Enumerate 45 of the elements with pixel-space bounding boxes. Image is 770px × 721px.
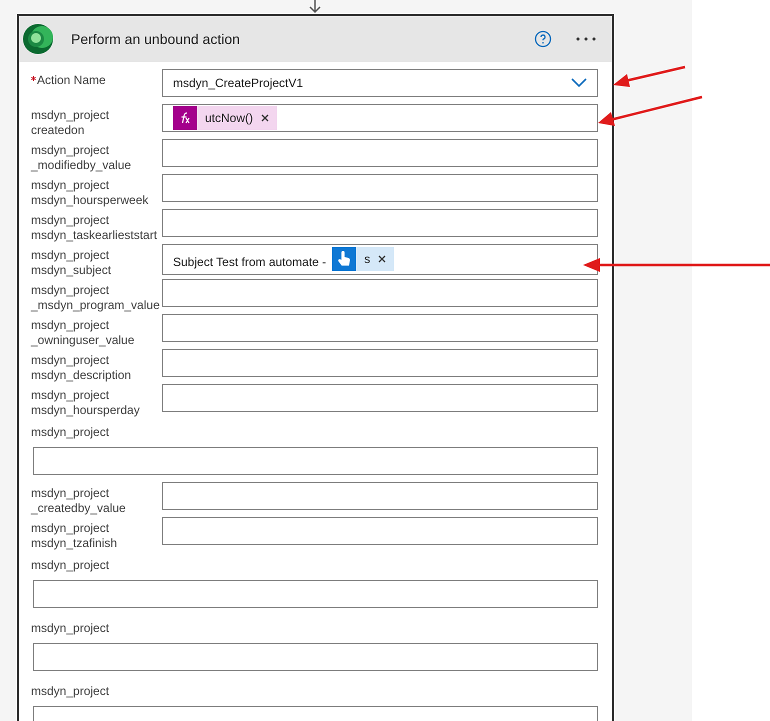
dropdown-field[interactable]: msdyn_CreateProjectV1 [162, 69, 598, 97]
field-label: msdyn_project _modifiedby_value [31, 143, 132, 173]
input-field[interactable] [162, 482, 598, 510]
token-chip[interactable]: s [332, 247, 394, 271]
token-label: s [363, 251, 372, 268]
field-label: msdyn_project msdyn_tzafinish [31, 521, 118, 551]
input-field[interactable] [162, 279, 598, 307]
card-title: Perform an unbound action [71, 30, 240, 48]
field-label: msdyn_project [31, 684, 110, 699]
input-field[interactable] [162, 139, 598, 167]
input-field[interactable]: utcNow() [162, 104, 598, 132]
field-label: msdyn_project msdyn_subject [31, 248, 112, 278]
connector-arrow [308, 0, 322, 14]
input-field[interactable] [33, 643, 598, 671]
function-icon [173, 106, 197, 130]
input-field[interactable] [162, 349, 598, 377]
field-label: msdyn_project msdyn_description [31, 353, 132, 383]
field-label: msdyn_project [31, 558, 110, 573]
field-label: msdyn_project msdyn_hoursperday [31, 388, 140, 418]
field-label: msdyn_project _createdby_value [31, 486, 126, 516]
field-label: msdyn_project _msdyn_program_value [31, 283, 160, 313]
more-options-icon[interactable] [576, 37, 596, 41]
field-label: msdyn_project msdyn_taskearlieststart [31, 213, 158, 243]
input-field[interactable]: Subject Test from automate - s [162, 244, 598, 275]
chevron-down-icon [571, 78, 587, 88]
token-chip[interactable]: utcNow() [173, 106, 278, 130]
input-field[interactable] [33, 580, 598, 608]
field-label: Action Name [37, 73, 106, 88]
field-label: msdyn_project [31, 425, 110, 440]
input-field[interactable] [162, 517, 598, 545]
field-label: msdyn_project _owninguser_value [31, 318, 134, 348]
field-label: msdyn_project createdon [31, 108, 110, 138]
field-value: msdyn_CreateProjectV1 [173, 75, 304, 92]
input-field[interactable] [162, 209, 598, 237]
hand-pointer-icon [332, 247, 356, 271]
logo-icon [21, 22, 55, 56]
token-label: utcNow() [204, 110, 254, 127]
field-label: msdyn_project msdyn_hoursperweek [31, 178, 148, 208]
input-field[interactable] [162, 174, 598, 202]
field-value: Subject Test from automate - [173, 254, 326, 271]
input-field[interactable] [162, 314, 598, 342]
input-field[interactable] [162, 384, 598, 412]
help-icon[interactable] [534, 30, 552, 48]
field-label: msdyn_project [31, 621, 110, 636]
input-field[interactable] [33, 447, 598, 475]
